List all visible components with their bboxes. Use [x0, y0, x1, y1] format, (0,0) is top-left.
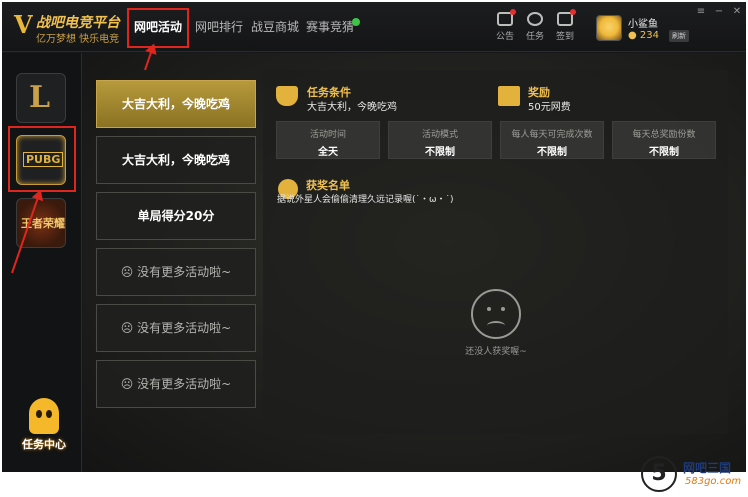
trophy-icon — [276, 86, 298, 106]
winners-note: 据说外星人会偷偷清理久远记录喔(˙・ω・˙) — [277, 195, 454, 205]
condition-value: 全天 — [318, 147, 338, 158]
lol-logo-icon: L — [29, 80, 51, 115]
logo-title: 战吧电竞平台 — [36, 15, 120, 31]
notification-dot-icon — [510, 9, 516, 15]
notice-button[interactable]: 公告 — [490, 9, 520, 42]
refresh-button[interactable]: 刷新 — [669, 30, 689, 42]
winners-title: 获奖名单 — [306, 179, 350, 192]
activity-item[interactable]: 单局得分20分 — [96, 192, 256, 240]
activity-item[interactable]: 大吉大利，今晚吃鸡 — [96, 80, 256, 128]
annotation-highlight-box — [8, 126, 76, 192]
watermark-logo: 5 网吧三国 583go.com — [641, 456, 745, 494]
activity-empty-item: ☹ 没有更多活动啦~ — [96, 360, 256, 408]
condition-value: 不限制 — [649, 147, 679, 158]
activity-empty-item: ☹ 没有更多活动啦~ — [96, 304, 256, 352]
coin-balance: ● 234 — [628, 30, 659, 41]
condition-cell: 每人每天可完成次数 不限制 — [500, 121, 604, 159]
activity-item[interactable]: 大吉大利，今晚吃鸡 — [96, 136, 256, 184]
game-lol-button[interactable]: L — [16, 73, 66, 123]
notification-dot-icon — [570, 9, 576, 15]
tab-match-betting-label: 赛事竞猜 — [306, 20, 355, 34]
condition-value: 不限制 — [425, 147, 455, 158]
tab-cafe-ranking[interactable]: 网吧排行 — [194, 2, 244, 52]
tab-match-betting[interactable]: 赛事竞猜 — [306, 2, 354, 52]
coin-count: 234 — [639, 30, 659, 41]
annotation-highlight-box — [127, 8, 189, 48]
condition-key: 活动时间 — [309, 130, 346, 140]
watermark-digit: 5 — [641, 456, 677, 492]
task-condition-text: 大吉大利，今晚吃鸡 — [307, 102, 397, 113]
tab-bean-store[interactable]: 战豆商城 — [250, 2, 300, 52]
minimize-icon[interactable]: − — [712, 6, 726, 17]
logo-v-icon: V — [14, 10, 33, 39]
menu-icon[interactable]: ≡ — [694, 6, 708, 17]
close-icon[interactable]: ✕ — [730, 6, 744, 17]
signin-label: 签到 — [555, 32, 574, 42]
activity-empty-item: ☹ 没有更多活动啦~ — [96, 248, 256, 296]
app-logo[interactable]: V 战吧电竞平台 亿万梦想 快乐电竞 — [14, 10, 122, 46]
task-center-ghost-icon — [29, 398, 59, 434]
condition-cell: 每天总奖励份数 不限制 — [612, 121, 716, 159]
condition-key: 活动模式 — [421, 130, 458, 140]
task-button[interactable]: 任务 — [520, 12, 550, 42]
sad-face-icon — [471, 289, 521, 339]
username: 小鲨鱼 — [628, 19, 658, 30]
task-label: 任务 — [525, 32, 544, 42]
task-center-label: 任务中心 — [22, 438, 66, 451]
condition-cell: 活动模式 不限制 — [388, 121, 492, 159]
logo-subtitle: 亿万梦想 快乐电竞 — [36, 34, 120, 45]
reward-text: 50元网费 — [528, 102, 571, 113]
condition-key: 每天总奖励份数 — [632, 130, 696, 140]
task-center-button[interactable]: 任务中心 — [12, 398, 72, 458]
avatar[interactable] — [596, 15, 622, 41]
no-winner-text: 还没人获奖喔~ — [465, 347, 527, 357]
signin-button[interactable]: 签到 — [550, 9, 580, 42]
notice-label: 公告 — [495, 32, 514, 42]
condition-cell: 活动时间 全天 — [276, 121, 380, 159]
condition-key: 每人每天可完成次数 — [511, 130, 593, 140]
new-badge-icon — [352, 18, 360, 26]
watermark-url: 583go.com — [685, 476, 742, 487]
sad-mouth — [487, 321, 505, 330]
watermark-name: 网吧三国 — [683, 461, 732, 475]
task-ghost-icon — [527, 12, 543, 26]
top-bar: V 战吧电竞平台 亿万梦想 快乐电竞 网吧活动 网吧排行 战豆商城 赛事竞猜 公… — [2, 2, 746, 52]
condition-value: 不限制 — [537, 147, 567, 158]
notice-icon — [497, 9, 516, 26]
gift-icon — [498, 86, 520, 106]
calendar-icon — [557, 9, 576, 26]
